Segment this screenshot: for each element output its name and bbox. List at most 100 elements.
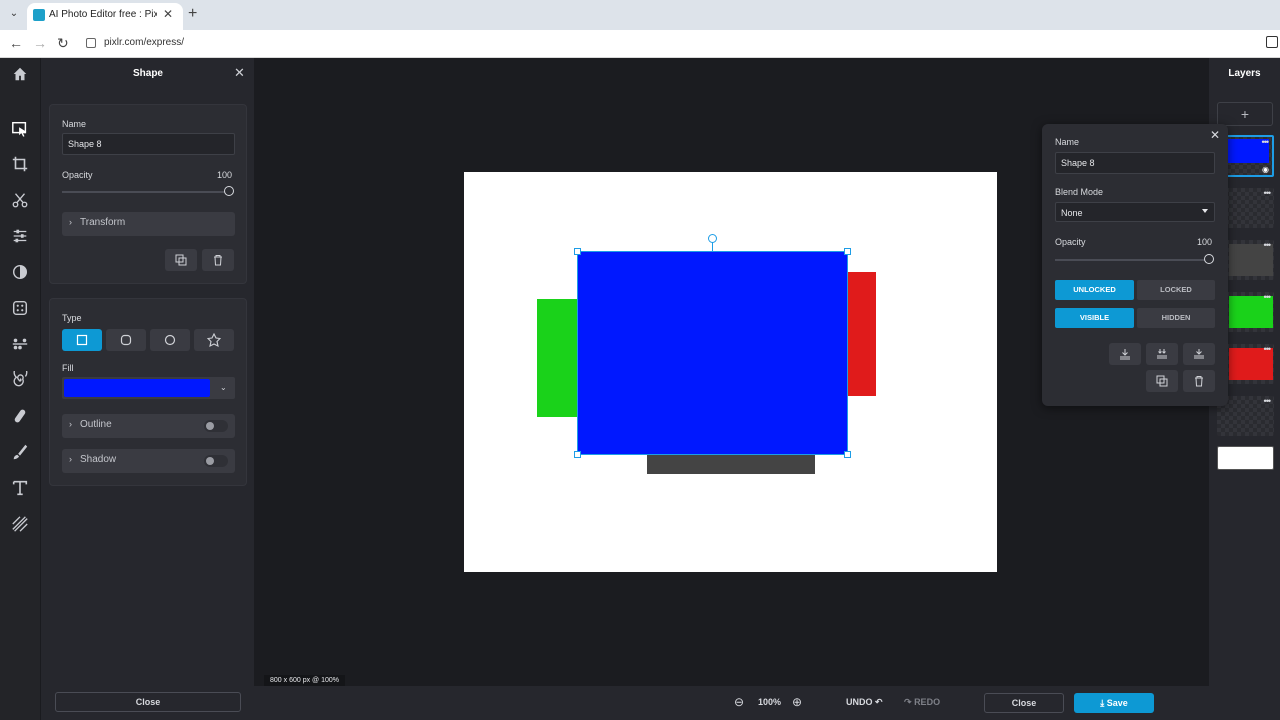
- site-info-icon[interactable]: [86, 38, 96, 48]
- shape-gray-rect[interactable]: [647, 454, 815, 474]
- layer-name-field[interactable]: Shape 8: [1055, 152, 1215, 174]
- redo-button[interactable]: ↷ REDO: [904, 697, 940, 708]
- text-tool-icon[interactable]: [8, 476, 32, 500]
- chevron-right-icon: ›: [69, 217, 72, 227]
- opacity-slider-knob[interactable]: [224, 186, 234, 196]
- arrange-tool-icon[interactable]: [8, 117, 32, 141]
- zoom-out-icon[interactable]: ⊖: [734, 695, 744, 709]
- visibility-eye-icon[interactable]: ◉: [1262, 165, 1269, 174]
- address-bar: ← → ↻ pixlr.com/express/: [0, 30, 1280, 58]
- circle-icon: [164, 334, 176, 346]
- resize-handle-ne[interactable]: [844, 248, 851, 255]
- more-icon[interactable]: •••: [1264, 188, 1272, 198]
- cast-icon[interactable]: [1266, 36, 1278, 48]
- fill-color-picker[interactable]: ⌄: [62, 377, 235, 399]
- duplicate-button[interactable]: [165, 249, 197, 271]
- forward-icon[interactable]: →: [33, 35, 47, 51]
- layer-opacity-slider-track[interactable]: [1055, 259, 1211, 261]
- close-icon[interactable]: ✕: [234, 65, 245, 81]
- cutout-tool-icon[interactable]: [8, 188, 32, 212]
- more-icon[interactable]: •••: [1264, 240, 1272, 250]
- merge-visible-icon: [1157, 349, 1167, 359]
- browser-tab[interactable]: AI Photo Editor free : Pixlr Expre ✕: [27, 3, 183, 30]
- layer-thumb-background[interactable]: [1217, 446, 1274, 470]
- rotate-handle[interactable]: [708, 234, 717, 243]
- adjust-tool-icon[interactable]: [8, 224, 32, 248]
- type-ellipse-button[interactable]: [150, 329, 190, 351]
- opacity-slider-track[interactable]: [62, 191, 230, 193]
- tab-list-icon[interactable]: ⌄: [6, 6, 22, 22]
- undo-icon: ↶: [875, 697, 883, 707]
- fill-color-swatch[interactable]: [64, 379, 210, 397]
- hidden-button[interactable]: HIDDEN: [1137, 308, 1215, 328]
- more-icon[interactable]: •••: [1262, 137, 1270, 147]
- merge-down-button[interactable]: [1109, 343, 1141, 365]
- delete-layer-button[interactable]: [1183, 370, 1215, 392]
- type-rectangle-button[interactable]: [62, 329, 102, 351]
- trash-icon: [214, 255, 222, 266]
- more-icon[interactable]: •••: [1264, 396, 1272, 406]
- back-icon[interactable]: ←: [9, 35, 23, 51]
- type-custom-shape-button[interactable]: [194, 329, 234, 351]
- locked-button[interactable]: LOCKED: [1137, 280, 1215, 300]
- resize-handle-se[interactable]: [844, 451, 851, 458]
- selection-border: [847, 251, 848, 455]
- opacity-label: Opacity: [62, 170, 93, 180]
- outline-accordion[interactable]: › Outline: [62, 414, 235, 438]
- home-icon[interactable]: [8, 62, 32, 86]
- rectangle-icon: [76, 334, 88, 346]
- shadow-toggle[interactable]: [204, 455, 228, 467]
- tab-close-icon[interactable]: ✕: [163, 7, 173, 21]
- effect-tool-icon[interactable]: [8, 296, 32, 320]
- liquify-tool-icon[interactable]: [8, 368, 32, 392]
- duplicate-layer-button[interactable]: [1146, 370, 1178, 392]
- fill-label: Fill: [62, 363, 74, 373]
- layer-name-label: Name: [1055, 137, 1080, 147]
- close-icon[interactable]: ✕: [1210, 128, 1220, 142]
- shape-green-rect[interactable]: [537, 299, 579, 417]
- blend-mode-select[interactable]: None: [1055, 202, 1215, 222]
- redo-icon: ↷: [904, 697, 912, 707]
- pattern-tool-icon[interactable]: [8, 512, 32, 536]
- shape-name-field[interactable]: Shape 8: [62, 133, 235, 155]
- flatten-button[interactable]: [1183, 343, 1215, 365]
- shadow-accordion[interactable]: › Shadow: [62, 449, 235, 473]
- add-layer-button[interactable]: +: [1217, 102, 1273, 126]
- panel-title: Shape: [132, 68, 163, 79]
- more-icon[interactable]: •••: [1264, 292, 1272, 302]
- shape-blue-rect-selected[interactable]: [577, 251, 848, 455]
- brush-tool-icon[interactable]: [8, 440, 32, 464]
- save-button[interactable]: ⤓ Save: [1074, 693, 1154, 713]
- visible-button[interactable]: VISIBLE: [1055, 308, 1134, 328]
- transform-accordion[interactable]: › Transform: [62, 212, 235, 236]
- crop-tool-icon[interactable]: [8, 152, 32, 176]
- filter-tool-icon[interactable]: [8, 260, 32, 284]
- retouch-tool-icon[interactable]: [8, 332, 32, 356]
- undo-label: UNDO: [846, 697, 873, 707]
- heal-tool-icon[interactable]: [8, 404, 32, 428]
- canvas-size-label: 800 x 600 px @ 100%: [264, 675, 345, 686]
- panel-close-button[interactable]: Close: [55, 692, 241, 712]
- undo-button[interactable]: UNDO ↶: [846, 697, 883, 708]
- unlocked-button[interactable]: UNLOCKED: [1055, 280, 1134, 300]
- close-button[interactable]: Close: [984, 693, 1064, 713]
- reload-icon[interactable]: ↻: [57, 35, 69, 52]
- more-icon[interactable]: •••: [1264, 344, 1272, 354]
- zoom-in-icon[interactable]: ⊕: [792, 695, 802, 709]
- delete-button[interactable]: [202, 249, 234, 271]
- outline-toggle[interactable]: [204, 420, 228, 432]
- pixlr-favicon-icon: [33, 9, 45, 21]
- tool-rail: [0, 58, 40, 720]
- layer-opacity-slider-knob[interactable]: [1204, 254, 1214, 264]
- canvas[interactable]: [464, 172, 997, 572]
- browser-tabbar: ⌄ AI Photo Editor free : Pixlr Expre ✕ +: [0, 0, 1280, 30]
- resize-handle-sw[interactable]: [574, 451, 581, 458]
- new-tab-icon[interactable]: +: [188, 5, 197, 23]
- shape-red-rect[interactable]: [846, 272, 876, 396]
- transform-label: Transform: [80, 217, 126, 228]
- merge-visible-button[interactable]: [1146, 343, 1178, 365]
- resize-handle-nw[interactable]: [574, 248, 581, 255]
- url-field[interactable]: pixlr.com/express/: [104, 37, 184, 48]
- chevron-down-icon: ⌄: [220, 383, 227, 392]
- type-rounded-rectangle-button[interactable]: [106, 329, 146, 351]
